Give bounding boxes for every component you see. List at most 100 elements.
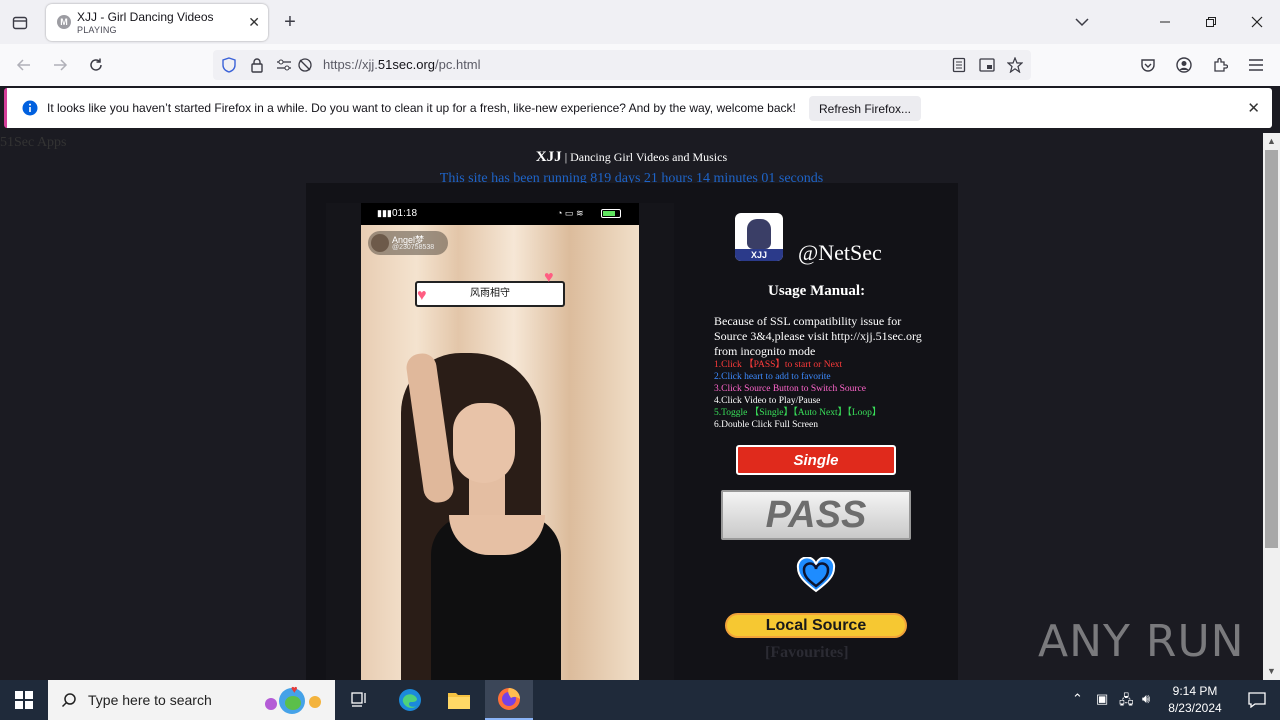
reload-button[interactable] xyxy=(86,55,106,75)
network-icon[interactable]: 🖧 xyxy=(1119,691,1134,713)
notifications-button[interactable] xyxy=(1234,680,1280,720)
page-content: 51Sec Apps XJJ | Dancing Girl Videos and… xyxy=(0,133,1263,680)
firefox-taskbar-button[interactable] xyxy=(485,680,533,720)
forward-button[interactable] xyxy=(50,55,70,75)
start-button[interactable] xyxy=(0,680,48,720)
list-all-tabs-button[interactable] xyxy=(1072,12,1092,32)
site-title: XJJ | Dancing Girl Videos and Musics xyxy=(535,149,728,165)
scroll-up-arrow-icon[interactable]: ▲ xyxy=(1265,136,1278,148)
usage-step: 6.Double Click Full Screen xyxy=(714,420,818,430)
firefox-view-button[interactable] xyxy=(8,12,32,34)
app-menu-button[interactable] xyxy=(1246,55,1266,75)
notification-message: It looks like you haven’t started Firefo… xyxy=(47,101,796,115)
new-tab-button[interactable]: + xyxy=(280,11,300,33)
edge-icon xyxy=(399,689,421,711)
pass-button[interactable]: PASS xyxy=(721,490,911,540)
url-text[interactable]: https://xjj.51sec.org/pc.html xyxy=(323,57,481,72)
tab-active[interactable]: M XJJ - Girl Dancing Videos PLAYING ✕ xyxy=(46,4,268,41)
xjj-logo: XJJ xyxy=(735,213,783,261)
minimize-icon xyxy=(1160,21,1170,23)
video-container: ▮▮▮ 01:18 ◔ ▭ ≋ Angel梦 @230758538 风雨相守 ♥… xyxy=(326,203,674,680)
video-player[interactable]: ▮▮▮ 01:18 ◔ ▭ ≋ Angel梦 @230758538 风雨相守 ♥… xyxy=(361,203,639,680)
player-panel: ▮▮▮ 01:18 ◔ ▭ ≋ Angel梦 @230758538 风雨相守 ♥… xyxy=(306,183,958,680)
play-mode-toggle-button[interactable]: Single xyxy=(736,445,896,475)
task-view-button[interactable] xyxy=(336,680,384,720)
firefox-icon xyxy=(498,688,520,710)
heart-sticker-icon: ♥ xyxy=(544,269,554,286)
source-switch-button[interactable]: Local Source xyxy=(725,613,907,638)
system-clock[interactable]: 9:14 PM 8/23/2024 xyxy=(1160,683,1230,717)
usage-step: 1.Click 【PASS】to start or Next xyxy=(714,360,843,370)
video-caption-bubble: 风雨相守 xyxy=(415,281,565,307)
tab-close-icon[interactable]: ✕ xyxy=(248,14,260,31)
usage-manual-title: Usage Manual: xyxy=(768,283,866,299)
show-hidden-icons-chevron-icon[interactable]: ⌃ xyxy=(1072,691,1083,707)
windows-taskbar: Type here to search ♥ ⌃ ▣ 🖧 🔊︎ 9:14 PM 8… xyxy=(0,680,1280,720)
favorite-heart-button[interactable] xyxy=(795,556,837,594)
scrollbar-thumb[interactable] xyxy=(1265,150,1278,548)
tab-bar: M XJJ - Girl Dancing Videos PLAYING ✕ + xyxy=(0,0,1280,44)
usage-step: 2.Click heart to add to favorite xyxy=(714,372,831,382)
netsec-handle[interactable]: @NetSec xyxy=(798,240,882,266)
heart-icon xyxy=(796,557,836,593)
clock-date: 8/23/2024 xyxy=(1168,701,1222,715)
video-frame: Angel梦 @230758538 风雨相守 ♥ ♥ xyxy=(361,225,639,680)
scroll-down-arrow-icon[interactable]: ▼ xyxy=(1265,666,1278,678)
battery-icon xyxy=(601,209,621,218)
notification-icon xyxy=(1248,692,1266,708)
search-highlight-icon: ♥ xyxy=(263,684,327,716)
bookmark-star-icon[interactable] xyxy=(1007,57,1023,73)
close-notification-icon[interactable]: ✕ xyxy=(1247,99,1260,117)
account-button[interactable] xyxy=(1174,55,1194,75)
refresh-firefox-button[interactable]: Refresh Firefox... xyxy=(809,96,921,121)
arrow-left-icon xyxy=(16,59,30,71)
site-favicon-icon: M xyxy=(57,15,71,29)
refresh-firefox-notification: It looks like you haven’t started Firefo… xyxy=(4,88,1272,128)
file-explorer-taskbar-button[interactable] xyxy=(435,680,483,720)
close-window-button[interactable] xyxy=(1247,12,1267,32)
reload-icon xyxy=(90,58,102,71)
address-bar[interactable]: https://xjj.51sec.org/pc.html xyxy=(213,50,1031,80)
puzzle-icon xyxy=(1214,57,1228,72)
lock-icon[interactable] xyxy=(249,57,265,73)
extensions-button[interactable] xyxy=(1210,55,1230,75)
search-icon xyxy=(61,693,76,708)
pocket-button[interactable] xyxy=(1138,55,1158,75)
clock-time: 9:14 PM xyxy=(1172,684,1218,698)
picture-in-picture-icon[interactable] xyxy=(979,57,995,73)
edge-taskbar-button[interactable] xyxy=(386,680,434,720)
usage-step: 5.Toggle 【Single】【Auto Next】【Loop】 xyxy=(714,408,882,418)
navigation-toolbar: https://xjj.51sec.org/pc.html xyxy=(0,44,1280,86)
info-icon xyxy=(22,100,38,116)
firefox-view-icon xyxy=(12,16,28,30)
pocket-icon xyxy=(1141,59,1155,72)
taskbar-search-box[interactable]: Type here to search ♥ xyxy=(48,680,335,720)
folder-icon xyxy=(448,693,470,709)
close-icon xyxy=(1251,16,1263,28)
anyrun-watermark: ANY RUN xyxy=(1038,615,1245,667)
restore-window-button[interactable] xyxy=(1201,12,1221,32)
hamburger-menu-icon xyxy=(1249,59,1263,71)
phone-status-time: 01:18 xyxy=(392,208,418,219)
autoplay-blocked-icon[interactable] xyxy=(297,57,313,73)
chevron-down-icon xyxy=(1075,18,1089,27)
taskbar-search-placeholder: Type here to search xyxy=(88,692,212,708)
account-icon xyxy=(1176,57,1192,73)
usage-step: 4.Click Video to Play/Pause xyxy=(714,396,821,406)
tab-title: XJJ - Girl Dancing Videos xyxy=(77,10,214,24)
arrow-right-icon xyxy=(54,59,68,71)
back-button[interactable] xyxy=(14,55,34,75)
reader-view-icon[interactable] xyxy=(951,57,967,73)
permissions-icon[interactable] xyxy=(276,57,292,73)
heart-sticker-icon: ♥ xyxy=(417,287,427,304)
avatar xyxy=(371,234,389,252)
video-user-badge: Angel梦 @230758538 xyxy=(368,231,448,255)
usage-intro: Because of SSL compatibility issue for S… xyxy=(714,314,922,358)
usage-step: 3.Click Source Button to Switch Source xyxy=(714,384,866,394)
minimize-window-button[interactable] xyxy=(1155,12,1175,32)
tracking-protection-icon[interactable] xyxy=(221,57,237,73)
usage-manual: Because of SSL compatibility issue for S… xyxy=(714,314,934,431)
device-icon[interactable]: ▣ xyxy=(1096,691,1108,707)
favourites-link[interactable]: [Favourites] xyxy=(765,644,849,662)
volume-icon[interactable]: 🔊︎ xyxy=(1142,691,1150,707)
